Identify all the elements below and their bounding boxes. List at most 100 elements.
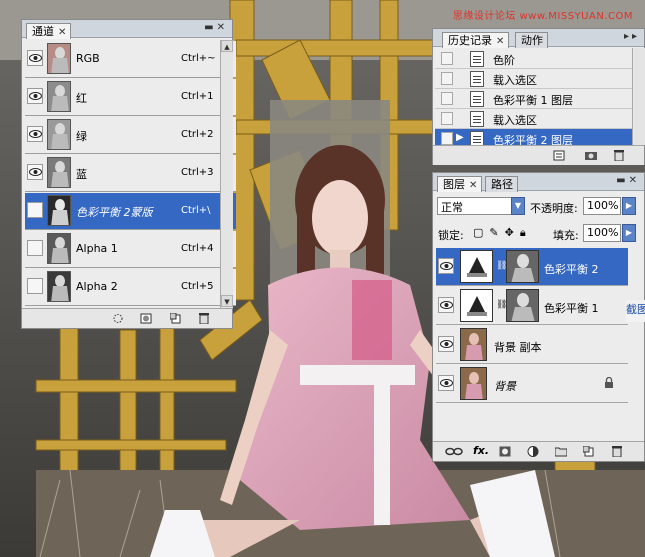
trash-icon[interactable]	[611, 446, 623, 457]
channel-thumbnail	[47, 157, 71, 188]
eye-icon	[29, 130, 42, 138]
new-channel-icon[interactable]	[170, 313, 182, 324]
fill-arrow-icon[interactable]: ▶	[622, 224, 636, 242]
visibility-toggle[interactable]	[438, 375, 454, 391]
panel-controls[interactable]: ▸▸	[624, 31, 640, 42]
lock-icon	[605, 377, 613, 388]
history-checkbox[interactable]	[441, 92, 453, 105]
tab-layers-label: 图层	[443, 178, 465, 191]
visibility-toggle[interactable]	[27, 50, 43, 66]
tab-layers[interactable]: 图层 ✕	[437, 176, 483, 192]
lock-all-icon[interactable]: 🔒︎	[520, 226, 532, 239]
layer-row[interactable]: 背景	[436, 365, 628, 403]
channels-scrollbar[interactable]: ▲ ▼	[220, 40, 233, 308]
channel-row[interactable]: 绿 Ctrl+2	[25, 117, 236, 154]
mask-thumbnail[interactable]	[506, 289, 539, 322]
mask-thumbnail[interactable]	[506, 250, 539, 283]
history-item[interactable]: 色彩平衡 1 图层	[435, 89, 634, 109]
history-item[interactable]: 载入选区	[435, 69, 634, 89]
layer-name: 色彩平衡 2	[544, 263, 599, 276]
opacity-value: 100%	[587, 199, 619, 212]
trash-icon[interactable]	[613, 150, 625, 161]
panel-controls[interactable]: ▬✕	[204, 22, 228, 33]
eye-icon	[29, 92, 42, 100]
visibility-toggle[interactable]	[438, 297, 454, 313]
load-selection-icon[interactable]	[112, 313, 124, 324]
history-scrollbar[interactable]	[632, 48, 645, 145]
visibility-toggle[interactable]	[27, 88, 43, 104]
panel-controls[interactable]: ▬✕	[616, 175, 640, 186]
visibility-toggle[interactable]	[438, 258, 454, 274]
layer-row[interactable]: ⛓ 色彩平衡 1	[436, 287, 628, 325]
eye-icon	[440, 379, 453, 387]
channel-shortcut: Ctrl+~	[181, 53, 216, 64]
lock-options[interactable]: ▢✎✥🔒︎	[473, 226, 532, 240]
layer-row[interactable]: ⛓ 色彩平衡 2	[436, 248, 628, 286]
new-group-icon[interactable]	[555, 446, 567, 457]
close-icon[interactable]: ✕	[469, 180, 477, 191]
layer-style-icon[interactable]: fx.	[473, 444, 491, 457]
visibility-toggle[interactable]	[27, 126, 43, 142]
eye-icon	[29, 168, 42, 176]
history-bottom-bar	[433, 145, 644, 165]
channel-row[interactable]: Alpha 1 Ctrl+4	[25, 231, 236, 268]
history-titlebar[interactable]: 历史记录 ✕ 动作 ▸▸	[433, 29, 644, 48]
chevron-down-icon[interactable]: ▼	[511, 197, 525, 215]
link-layers-icon[interactable]	[445, 446, 463, 457]
layer-row[interactable]: 背景 副本	[436, 326, 628, 364]
history-checkbox[interactable]	[441, 72, 453, 85]
scroll-down-icon[interactable]: ▼	[221, 295, 233, 307]
history-label: 色彩平衡 1 图层	[493, 94, 573, 107]
channel-name: 色彩平衡 2蒙版	[76, 206, 153, 219]
tab-history[interactable]: 历史记录 ✕	[442, 32, 510, 48]
tab-channels-label: 通道	[32, 25, 54, 38]
lock-move-icon[interactable]: ✥	[505, 226, 520, 239]
tab-paths[interactable]: 路径	[485, 176, 518, 192]
channels-titlebar[interactable]: 通道 ✕ ▬✕	[22, 20, 232, 39]
visibility-toggle[interactable]	[27, 278, 43, 294]
eye-icon	[440, 301, 453, 309]
history-checkbox[interactable]	[441, 112, 453, 125]
channel-name: Alpha 1	[76, 242, 118, 255]
visibility-toggle[interactable]	[27, 202, 43, 218]
snapshot-icon[interactable]	[585, 150, 597, 161]
visibility-toggle[interactable]	[27, 240, 43, 256]
channel-shortcut: Ctrl+1	[181, 91, 214, 102]
close-icon[interactable]: ✕	[496, 36, 504, 47]
document-icon	[470, 51, 484, 67]
layers-panel: 图层 ✕ 路径 ▬✕ 正常 ▼ 不透明度: 100% ▶ 锁定: ▢✎✥🔒︎ 填充…	[432, 172, 645, 462]
channel-row[interactable]: 色彩平衡 2蒙版 Ctrl+\	[25, 193, 236, 230]
channel-row[interactable]: RGB Ctrl+~	[25, 41, 236, 78]
layers-titlebar[interactable]: 图层 ✕ 路径 ▬✕	[433, 173, 644, 192]
new-layer-icon[interactable]	[583, 446, 595, 457]
tab-actions[interactable]: 动作	[515, 32, 548, 48]
channel-shortcut: Ctrl+2	[181, 129, 214, 140]
add-mask-icon[interactable]	[499, 446, 511, 457]
tab-channels[interactable]: 通道 ✕	[26, 23, 72, 39]
channel-row[interactable]: 蓝 Ctrl+3	[25, 155, 236, 192]
history-checkbox[interactable]	[441, 52, 453, 65]
save-selection-icon[interactable]	[140, 313, 152, 324]
fill-field[interactable]: 100%	[583, 224, 621, 242]
opacity-field[interactable]: 100%	[583, 197, 621, 215]
new-document-icon[interactable]	[553, 150, 565, 161]
tab-paths-label: 路径	[491, 178, 513, 191]
opacity-arrow-icon[interactable]: ▶	[622, 197, 636, 215]
channel-row[interactable]: 红 Ctrl+1	[25, 79, 236, 116]
history-item[interactable]: 载入选区	[435, 109, 634, 129]
channel-thumbnail	[47, 43, 71, 74]
visibility-toggle[interactable]	[438, 336, 454, 352]
history-item[interactable]: 色阶	[435, 49, 634, 69]
close-icon[interactable]: ✕	[58, 27, 66, 38]
lock-transparent-icon[interactable]: ▢	[473, 226, 489, 239]
layer-name: 色彩平衡 1	[544, 302, 599, 315]
trash-icon[interactable]	[198, 313, 210, 324]
history-checkbox[interactable]	[441, 132, 453, 145]
visibility-toggle[interactable]	[27, 164, 43, 180]
adjustment-layer-icon[interactable]	[527, 446, 539, 457]
layer-thumbnail	[460, 328, 487, 361]
scroll-up-icon[interactable]: ▲	[221, 40, 233, 52]
document-icon	[470, 91, 484, 107]
channel-row[interactable]: Alpha 2 Ctrl+5	[25, 269, 236, 306]
lock-brush-icon[interactable]: ✎	[489, 226, 504, 239]
